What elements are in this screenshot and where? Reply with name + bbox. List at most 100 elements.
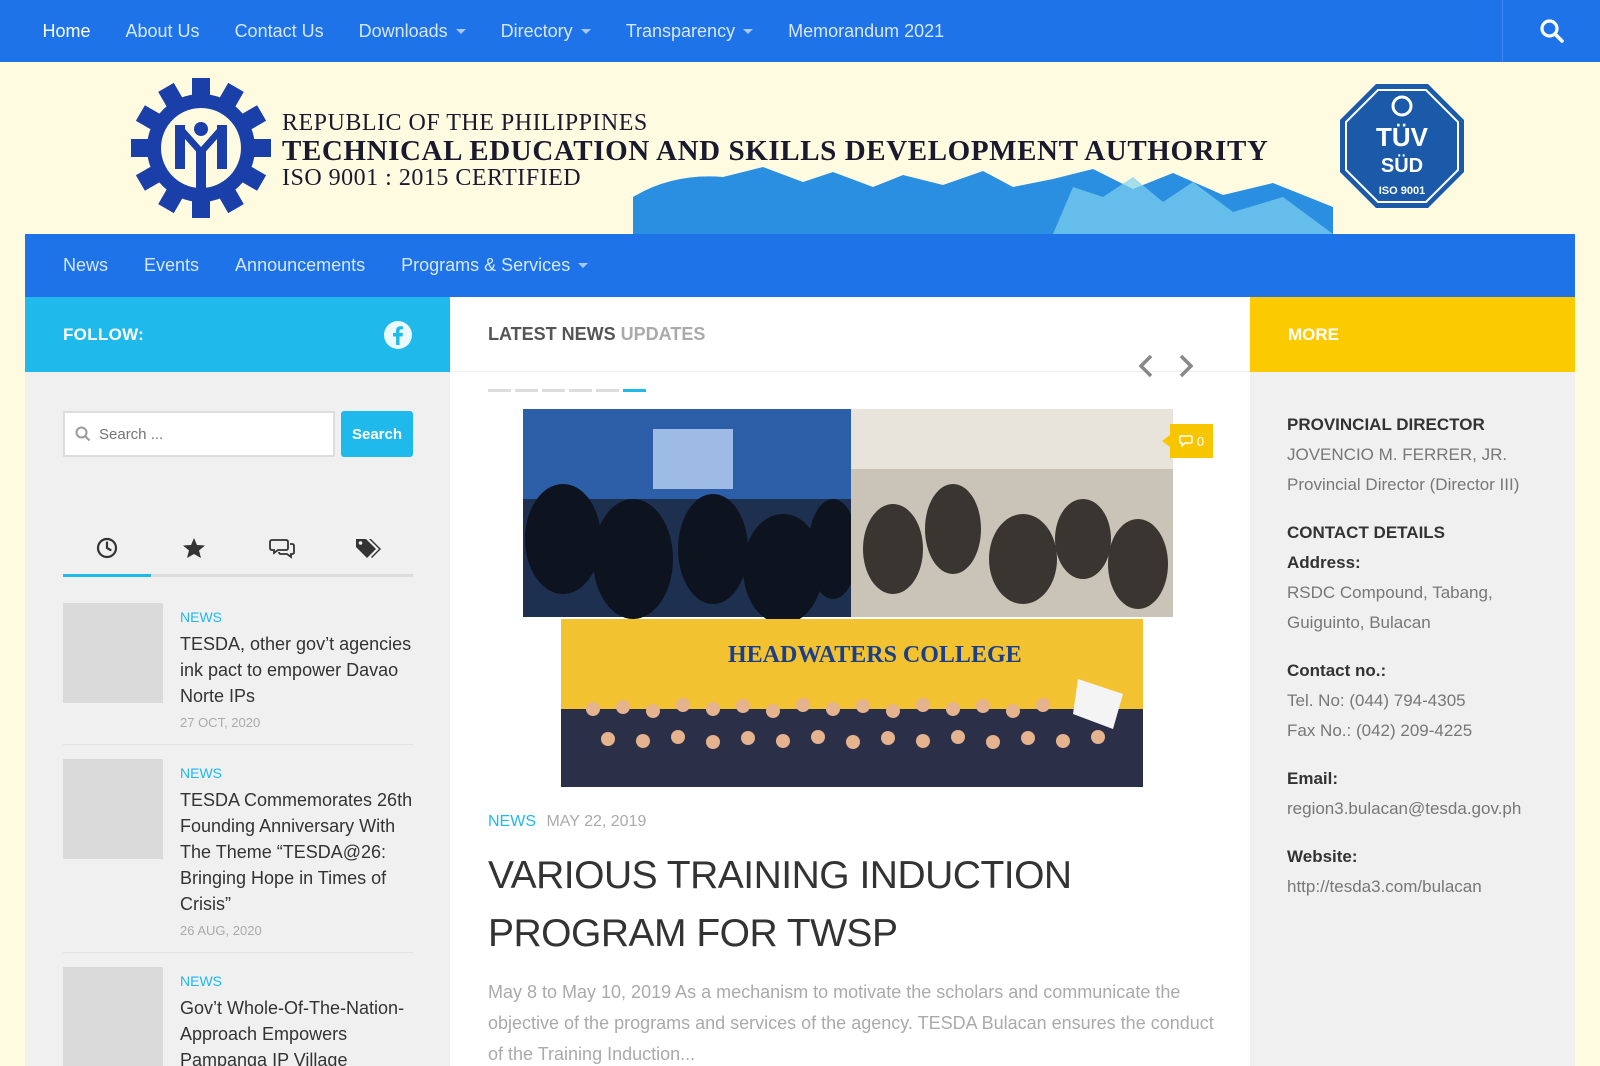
- featured-post-image[interactable]: HEADWATERS COLLEGE: [523, 409, 1173, 787]
- chevron-down-icon: [578, 263, 589, 268]
- facebook-icon[interactable]: [383, 320, 413, 350]
- photo-sign-text: HEADWATERS COLLEGE: [728, 642, 1022, 668]
- post-title[interactable]: Gov’t Whole-Of-The-Nation-Approach Empow…: [180, 995, 413, 1066]
- email-address[interactable]: region3.bulacan@tesda.gov.ph: [1287, 794, 1575, 824]
- follow-label: FOLLOW:: [63, 324, 145, 344]
- comment-count-badge[interactable]: 0: [1162, 424, 1213, 458]
- nav-downloads[interactable]: Downloads: [341, 21, 483, 42]
- left-sidebar: FOLLOW: Search NEWS TESDA, other gov’t a…: [25, 297, 450, 1066]
- post-category[interactable]: NEWS: [488, 813, 536, 830]
- post-category[interactable]: NEWS: [180, 609, 413, 625]
- slider-dot[interactable]: [596, 389, 619, 392]
- workers-silhouette-image: [633, 167, 1333, 234]
- post-title[interactable]: TESDA Commemorates 26th Founding Anniver…: [180, 787, 413, 917]
- heading-latest-news: LATEST NEWS: [488, 323, 616, 344]
- search-input[interactable]: [99, 425, 319, 443]
- tab-recent[interactable]: [63, 531, 151, 577]
- chevron-down-icon: [743, 28, 754, 34]
- list-item[interactable]: NEWS TESDA Commemorates 26th Founding An…: [63, 759, 413, 953]
- post-category[interactable]: NEWS: [180, 765, 413, 781]
- header-line-republic: REPUBLIC OF THE PHILIPPINES: [282, 110, 648, 136]
- address-line-2: Guiguinto, Bulacan: [1287, 613, 1431, 632]
- subnav-announcements[interactable]: Announcements: [217, 255, 383, 276]
- contact-number-label: Contact no.:: [1287, 661, 1387, 680]
- nav-home[interactable]: Home: [25, 21, 108, 42]
- subnav-events[interactable]: Events: [126, 255, 217, 276]
- post-thumbnail[interactable]: [63, 967, 163, 1066]
- address-line-1: RSDC Compound, Tabang,: [1287, 583, 1493, 602]
- header-banner: REPUBLIC OF THE PHILIPPINES TECHNICAL ED…: [130, 72, 1470, 234]
- post-meta: NEWS MAY 22, 2019: [488, 813, 646, 831]
- comment-count: 0: [1196, 433, 1205, 449]
- post-date: 27 OCT, 2020: [180, 715, 261, 730]
- post-thumbnail[interactable]: [63, 759, 163, 859]
- header-line-agency: TECHNICAL EDUCATION AND SKILLS DEVELOPME…: [282, 135, 1269, 167]
- website-label: Website:: [1287, 847, 1358, 866]
- header-line-iso: ISO 9001 : 2015 CERTIFIED: [282, 165, 582, 191]
- post-headline[interactable]: VARIOUS TRAINING INDUCTION PROGRAM FOR T…: [488, 847, 1218, 963]
- top-search-button[interactable]: [1502, 0, 1600, 62]
- list-item[interactable]: NEWS Gov’t Whole-Of-The-Nation-Approach …: [63, 967, 413, 1066]
- subnav-news[interactable]: News: [45, 255, 126, 276]
- slider-pagination: [488, 389, 646, 392]
- nav-downloads-label: Downloads: [358, 20, 448, 41]
- post-date: 26 AUG, 2020: [180, 923, 262, 938]
- director-title: Provincial Director (Director III): [1287, 475, 1520, 494]
- nav-about-us[interactable]: About Us: [108, 21, 217, 42]
- nav-directory-label: Directory: [500, 20, 573, 41]
- director-heading: PROVINCIAL DIRECTOR: [1287, 415, 1485, 434]
- top-navigation: Home About Us Contact Us Downloads Direc…: [0, 0, 1600, 62]
- widget-tabs: [63, 531, 413, 577]
- slider-arrows: [1136, 352, 1196, 380]
- clock-icon: [96, 537, 117, 559]
- tab-popular[interactable]: [151, 531, 239, 574]
- follow-bar: FOLLOW:: [25, 297, 450, 372]
- fax-number: Fax No.: (042) 209-4225: [1287, 721, 1473, 740]
- website-link[interactable]: http://tesda3.com/bulacan: [1287, 872, 1575, 902]
- post-date: MAY 22, 2019: [546, 813, 647, 830]
- nav-directory[interactable]: Directory: [483, 21, 608, 42]
- chevron-left-icon[interactable]: [1136, 352, 1156, 380]
- tuv-badge-mid: SÜD: [1381, 154, 1423, 177]
- telephone-number: Tel. No: (044) 794-4305: [1287, 691, 1466, 710]
- director-name: JOVENCIO M. FERRER, JR.: [1287, 445, 1508, 464]
- email-label: Email:: [1287, 769, 1339, 788]
- heading-updates: UPDATES: [620, 323, 706, 344]
- more-bar: MORE: [1250, 297, 1575, 372]
- slider-dot-active[interactable]: [623, 389, 646, 392]
- post-thumbnail[interactable]: [63, 603, 163, 703]
- slider-dot[interactable]: [542, 389, 565, 392]
- list-item[interactable]: NEWS TESDA, other gov’t agencies ink pac…: [63, 603, 413, 745]
- post-category[interactable]: NEWS: [180, 973, 413, 989]
- tuv-badge-bottom: ISO 9001: [1379, 185, 1425, 197]
- search-field-wrapper: [63, 411, 335, 457]
- nav-contact-us[interactable]: Contact Us: [217, 21, 341, 42]
- contact-heading: CONTACT DETAILS: [1287, 523, 1446, 542]
- address-label: Address:: [1287, 553, 1361, 572]
- search-button[interactable]: Search: [341, 411, 413, 457]
- main-content: LATEST NEWS UPDATES HEADWATERS COLLEGE 0…: [450, 297, 1250, 1066]
- star-icon: [183, 538, 206, 558]
- slider-dot[interactable]: [488, 389, 511, 392]
- chevron-right-icon[interactable]: [1176, 352, 1196, 380]
- tesda-gear-logo: [131, 78, 271, 218]
- chevron-down-icon: [580, 28, 591, 34]
- secondary-navigation: News Events Announcements Programs & Ser…: [25, 234, 1575, 297]
- subnav-programs-label: Programs & Services: [401, 255, 571, 275]
- search-icon: [75, 426, 91, 442]
- nav-transparency[interactable]: Transparency: [608, 21, 770, 42]
- tab-tags[interactable]: [326, 531, 414, 574]
- tab-comments[interactable]: [238, 531, 326, 574]
- recent-posts-list: NEWS TESDA, other gov’t agencies ink pac…: [63, 603, 413, 1066]
- sidebar-search-form: Search: [63, 411, 413, 457]
- chevron-down-icon: [455, 28, 466, 34]
- nav-transparency-label: Transparency: [625, 20, 736, 41]
- post-excerpt: May 8 to May 10, 2019 As a mechanism to …: [488, 982, 1214, 1064]
- tuv-badge-top: TÜV: [1376, 122, 1429, 152]
- comments-icon: [1179, 435, 1193, 447]
- slider-dot[interactable]: [515, 389, 538, 392]
- nav-memorandum-2021[interactable]: Memorandum 2021: [771, 21, 962, 42]
- slider-dot[interactable]: [569, 389, 592, 392]
- post-title[interactable]: TESDA, other gov’t agencies ink pact to …: [180, 631, 413, 709]
- subnav-programs-services[interactable]: Programs & Services: [383, 255, 606, 276]
